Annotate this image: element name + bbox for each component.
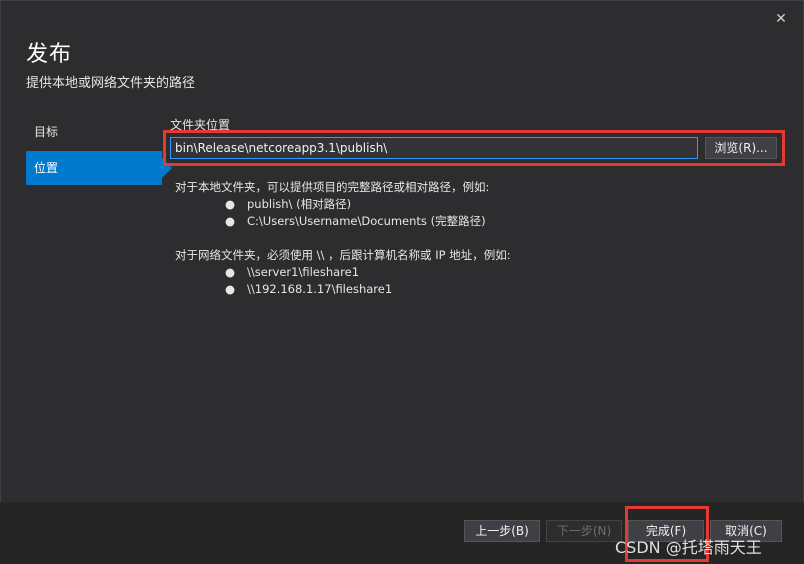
watermark: CSDN @托塔雨天王 bbox=[615, 538, 762, 557]
dialog-subtitle: 提供本地或网络文件夹的路径 bbox=[26, 76, 196, 91]
sidebar-item-location[interactable]: 位置 bbox=[26, 151, 172, 185]
bullet-icon: ● bbox=[225, 197, 236, 211]
dialog-title: 发布 bbox=[26, 42, 73, 67]
list-item-text: \\server1\fileshare1 bbox=[247, 265, 360, 279]
local-folder-intro: 对于本地文件夹，可以提供项目的完整路径或相对路径，例如: bbox=[175, 180, 490, 194]
network-folder-intro: 对于网络文件夹，必须使用 \\ ，后跟计算机名称或 IP 地址，例如: bbox=[175, 248, 511, 262]
list-item-text: C:\Users\Username\Documents (完整路径) bbox=[247, 214, 486, 228]
bullet-icon: ● bbox=[225, 282, 236, 296]
next-button[interactable]: 下一步(N) bbox=[546, 520, 622, 542]
help-text: 对于本地文件夹，可以提供项目的完整路径或相对路径，例如: ● publish\ … bbox=[175, 179, 775, 298]
bullet-icon: ● bbox=[225, 214, 236, 228]
list-item: ● C:\Users\Username\Documents (完整路径) bbox=[175, 213, 775, 230]
publish-dialog: ✕ 发布 提供本地或网络文件夹的路径 目标 位置 文件夹位置 浏览(R)... … bbox=[0, 0, 804, 564]
list-item: ● publish\ (相对路径) bbox=[175, 196, 775, 213]
sidebar-item-target[interactable]: 目标 bbox=[26, 115, 162, 149]
previous-button[interactable]: 上一步(B) bbox=[464, 520, 540, 542]
close-icon[interactable]: ✕ bbox=[773, 11, 789, 27]
sidebar: 目标 位置 bbox=[26, 115, 172, 185]
list-item-text: publish\ (相对路径) bbox=[247, 197, 352, 211]
list-item-text: \\192.168.1.17\fileshare1 bbox=[247, 282, 393, 296]
folder-path-input[interactable] bbox=[170, 137, 698, 159]
list-item: ● \\192.168.1.17\fileshare1 bbox=[175, 281, 775, 298]
bullet-icon: ● bbox=[225, 265, 236, 279]
list-item: ● \\server1\fileshare1 bbox=[175, 264, 775, 281]
browse-button[interactable]: 浏览(R)... bbox=[705, 137, 777, 159]
